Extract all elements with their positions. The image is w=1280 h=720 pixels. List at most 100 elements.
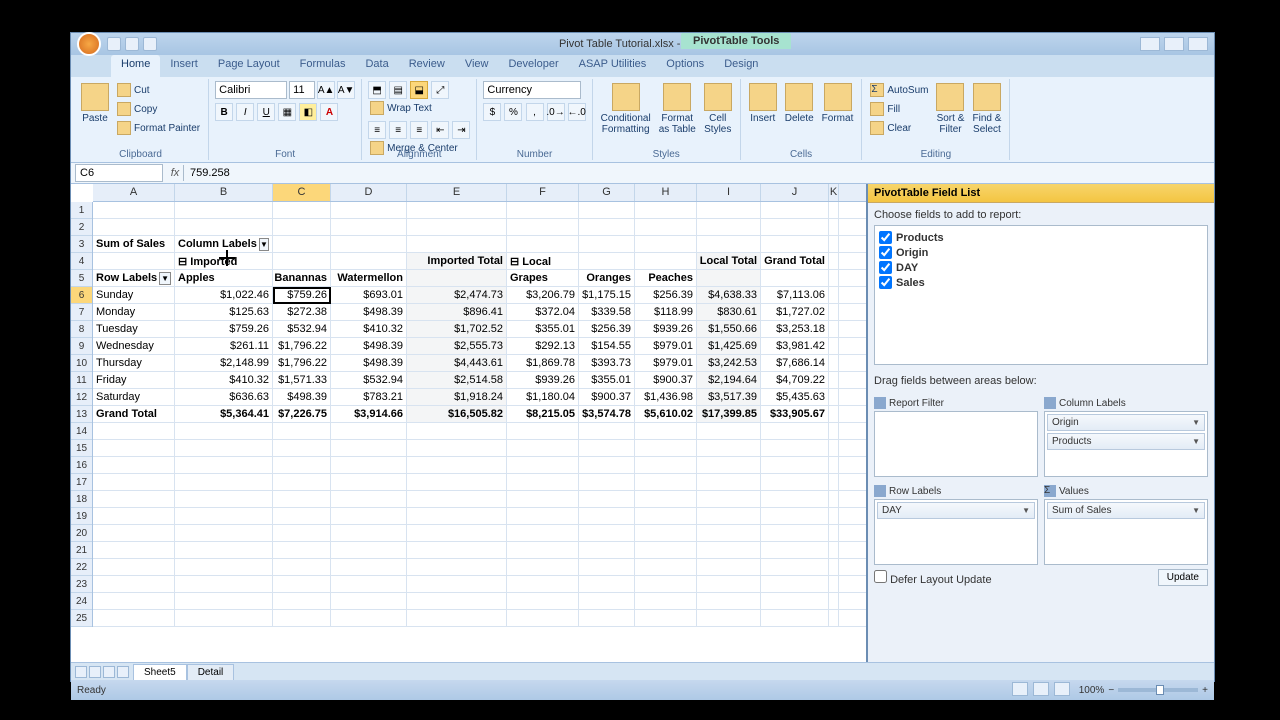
font-name-combo[interactable] (215, 81, 287, 99)
cell[interactable] (761, 491, 829, 507)
column-labels-dropdown[interactable]: ▼ (259, 238, 269, 251)
cell[interactable]: $2,555.73 (407, 338, 507, 354)
cell[interactable] (93, 593, 175, 609)
cell[interactable] (829, 287, 839, 303)
decrease-decimal-icon[interactable]: ←.0 (568, 103, 586, 121)
cell[interactable]: $5,610.02 (635, 406, 697, 422)
cell[interactable]: $3,517.39 (697, 389, 761, 405)
cell[interactable] (507, 593, 579, 609)
cell[interactable] (697, 491, 761, 507)
row-header-7[interactable]: 7 (71, 304, 92, 321)
align-top-icon[interactable]: ⬒ (368, 81, 386, 99)
cell[interactable] (407, 610, 507, 626)
cell[interactable] (829, 219, 839, 235)
cell[interactable]: $393.73 (579, 355, 635, 371)
row-header-4[interactable]: 4 (71, 253, 92, 270)
cell[interactable]: Monday (93, 304, 175, 320)
cell[interactable] (507, 542, 579, 558)
cell[interactable] (829, 576, 839, 592)
zoom-out-icon[interactable]: − (1108, 685, 1114, 696)
cell[interactable]: Imported Total (407, 253, 507, 269)
cell[interactable] (829, 202, 839, 218)
cell[interactable] (407, 423, 507, 439)
increase-font-icon[interactable]: A▲ (317, 81, 335, 99)
cell[interactable]: $4,709.22 (761, 372, 829, 388)
cell[interactable] (407, 491, 507, 507)
cell[interactable]: $261.11 (175, 338, 273, 354)
cell[interactable] (579, 423, 635, 439)
cell[interactable] (273, 610, 331, 626)
field-products[interactable]: Products (879, 230, 1203, 245)
cell[interactable] (829, 474, 839, 490)
row-header-20[interactable]: 20 (71, 525, 92, 542)
cell[interactable] (829, 559, 839, 575)
field-sales[interactable]: Sales (879, 275, 1203, 290)
cell[interactable] (635, 559, 697, 575)
cell[interactable] (829, 236, 839, 252)
cell[interactable] (273, 440, 331, 456)
cell[interactable] (829, 321, 839, 337)
view-normal-icon[interactable] (1012, 682, 1028, 696)
cell[interactable] (507, 474, 579, 490)
cell[interactable] (175, 610, 273, 626)
percent-icon[interactable]: % (504, 103, 522, 121)
cell[interactable]: $8,215.05 (507, 406, 579, 422)
cell[interactable] (761, 219, 829, 235)
cell[interactable] (579, 474, 635, 490)
cell[interactable]: Oranges (579, 270, 635, 286)
cell[interactable] (331, 576, 407, 592)
cell[interactable] (331, 542, 407, 558)
cell[interactable] (273, 593, 331, 609)
cell[interactable]: $1,702.52 (407, 321, 507, 337)
row-header-16[interactable]: 16 (71, 457, 92, 474)
cell[interactable] (331, 423, 407, 439)
field-item-origin[interactable]: Origin▼ (1047, 414, 1205, 431)
view-pagebreak-icon[interactable] (1054, 682, 1070, 696)
row-header-15[interactable]: 15 (71, 440, 92, 457)
cell[interactable] (175, 525, 273, 541)
col-header-E[interactable]: E (407, 184, 507, 201)
sheet-nav-next-icon[interactable] (103, 666, 115, 678)
cell[interactable]: $410.32 (331, 321, 407, 337)
cell[interactable]: Column Labels ▼ (175, 236, 273, 252)
cell[interactable] (635, 202, 697, 218)
cell[interactable] (579, 593, 635, 609)
cell[interactable] (635, 576, 697, 592)
row-header-19[interactable]: 19 (71, 508, 92, 525)
field-item-day[interactable]: DAY▼ (877, 502, 1035, 519)
cell[interactable] (407, 219, 507, 235)
cell[interactable] (93, 525, 175, 541)
cell[interactable] (829, 457, 839, 473)
cell[interactable]: $125.63 (175, 304, 273, 320)
cell[interactable] (829, 508, 839, 524)
col-header-F[interactable]: F (507, 184, 579, 201)
cell[interactable]: Friday (93, 372, 175, 388)
sheet-nav-last-icon[interactable] (117, 666, 129, 678)
cell[interactable] (829, 423, 839, 439)
cell[interactable]: $3,242.53 (697, 355, 761, 371)
sheet-tab-active[interactable]: Sheet5 (133, 664, 187, 680)
cell[interactable] (635, 457, 697, 473)
qat-undo-icon[interactable] (125, 37, 139, 51)
cell[interactable]: $979.01 (635, 355, 697, 371)
cell[interactable] (761, 559, 829, 575)
cell[interactable] (273, 202, 331, 218)
cell[interactable]: $372.04 (507, 304, 579, 320)
cell[interactable]: $1,796.22 (273, 355, 331, 371)
cell[interactable]: Tuesday (93, 321, 175, 337)
qat-save-icon[interactable] (107, 37, 121, 51)
cell[interactable] (579, 236, 635, 252)
cell[interactable] (273, 559, 331, 575)
cell[interactable] (93, 559, 175, 575)
cell[interactable] (331, 610, 407, 626)
col-header-D[interactable]: D (331, 184, 407, 201)
cell[interactable]: Apples (175, 270, 273, 286)
cell[interactable]: $900.37 (579, 389, 635, 405)
field-item-products[interactable]: Products▼ (1047, 433, 1205, 450)
cell[interactable]: $3,253.18 (761, 321, 829, 337)
zoom-level[interactable]: 100% (1079, 685, 1105, 696)
cell[interactable] (761, 440, 829, 456)
align-center-icon[interactable]: ≡ (389, 121, 407, 139)
cell[interactable]: $1,550.66 (697, 321, 761, 337)
cell[interactable]: $783.21 (331, 389, 407, 405)
